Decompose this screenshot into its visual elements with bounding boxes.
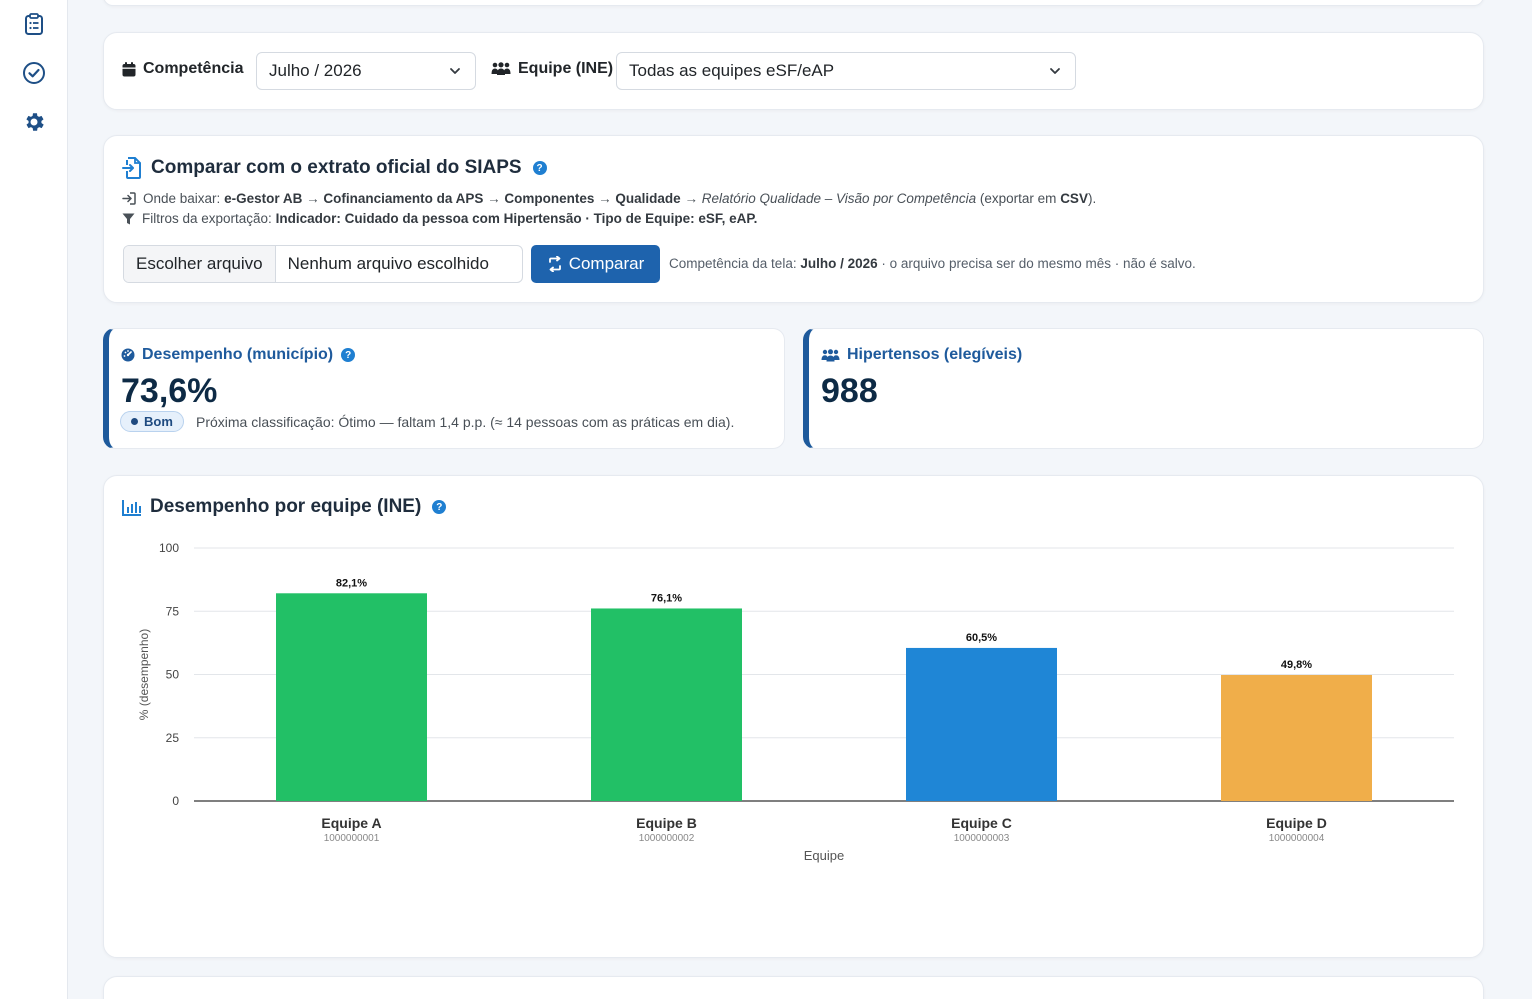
bar-equipe-c [906, 647, 1057, 801]
data-label: 82,1% [336, 577, 367, 589]
x-axis-label: Equipe [804, 848, 844, 863]
data-label: 76,1% [651, 592, 682, 604]
y-tick-label: 75 [166, 604, 180, 618]
x-tick-code: 1000000004 [1269, 833, 1325, 844]
y-tick-label: 100 [159, 541, 179, 555]
x-tick-code: 1000000002 [639, 833, 695, 844]
bar-equipe-a [276, 593, 427, 801]
x-tick-label: Equipe B [636, 815, 697, 831]
x-tick-code: 1000000001 [324, 833, 380, 844]
bottom-card [103, 976, 1484, 999]
bar-equipe-d [1221, 675, 1372, 801]
x-tick-label: Equipe D [1266, 815, 1327, 831]
x-tick-code: 1000000003 [954, 833, 1010, 844]
y-tick-label: 25 [166, 731, 180, 745]
y-tick-label: 50 [166, 668, 180, 682]
x-tick-label: Equipe C [951, 815, 1012, 831]
bar-chart: 0 25 50 75 100 % (desempenho) 82,1% Equipe A 100… [137, 541, 1454, 863]
data-label: 49,8% [1281, 659, 1312, 671]
data-label: 60,5% [966, 632, 997, 644]
y-tick-label: 0 [172, 794, 179, 808]
x-tick-label: Equipe A [321, 815, 381, 831]
bar-equipe-b [591, 608, 742, 801]
y-axis-label: % (desempenho) [137, 629, 151, 720]
